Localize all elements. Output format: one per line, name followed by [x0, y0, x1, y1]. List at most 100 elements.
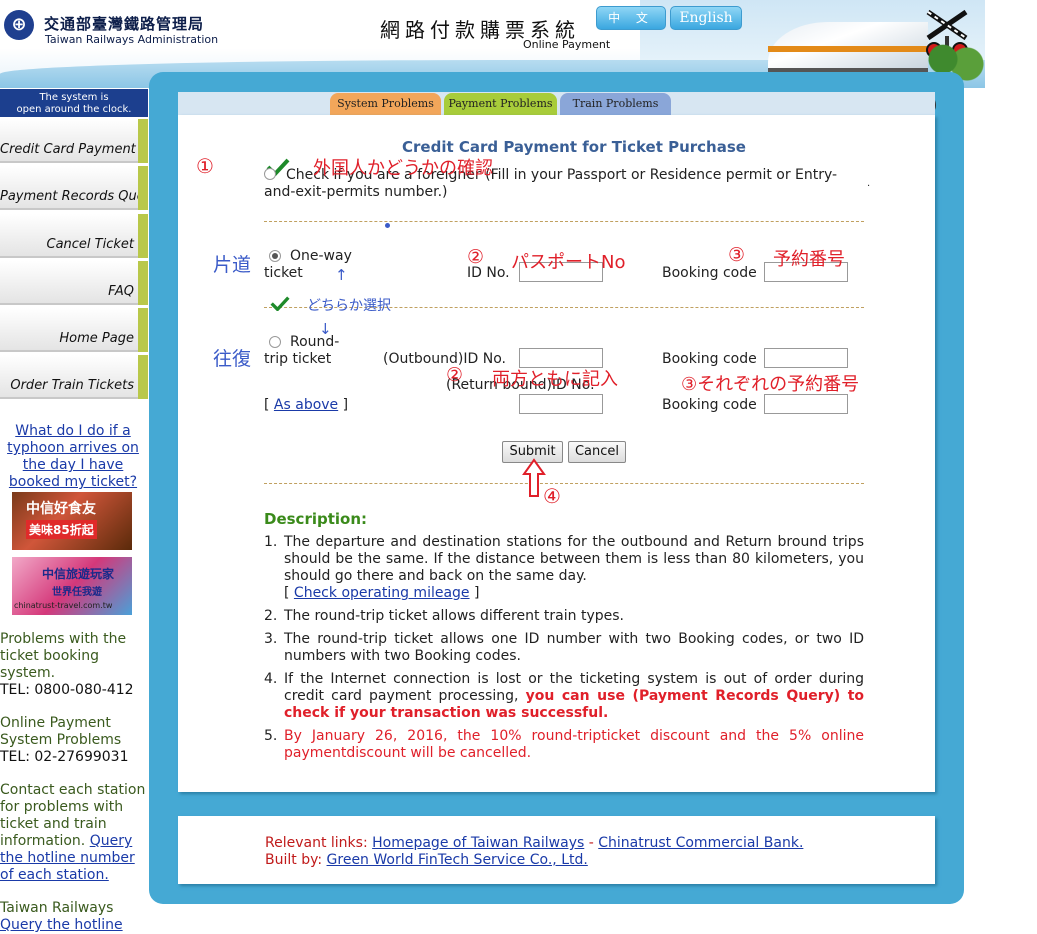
outbound-booking-label: Booking code: [662, 351, 757, 367]
nav-order-train-tickets[interactable]: Order Train Tickets: [0, 355, 138, 399]
annotation-foreigner: 外国人かどうかの確認: [313, 158, 493, 179]
typhoon-faq-link[interactable]: What do I do if a typhoon arrives on the…: [0, 423, 146, 491]
annotation-either: どちらか選択: [307, 298, 391, 314]
lang-english-button[interactable]: English: [670, 6, 742, 30]
description-item-4: 4. If the Internet connection is lost or…: [264, 671, 864, 722]
annotation-step-3a: ③: [728, 244, 746, 266]
bracket-open: [: [284, 585, 290, 601]
bracket-close: ]: [342, 397, 349, 413]
as-above-row: [ As above ]: [264, 397, 348, 413]
nav-accent-bar: [138, 214, 148, 258]
footer-links: Relevant links: Homepage of Taiwan Railw…: [265, 835, 803, 869]
contact-station-text: Contact each station for problems with t…: [0, 782, 148, 884]
annotation-roundtrip: 往復: [213, 348, 252, 370]
relevant-links-label: Relevant links:: [265, 835, 368, 851]
item-number: 5.: [264, 728, 278, 744]
annotation-passport: パスポートNo: [511, 252, 626, 273]
booking-problems-label: Problems with the ticket booking system.: [0, 631, 127, 681]
train-icon: [768, 22, 928, 74]
org-name-cn: 交通部臺灣鐵路管理局: [44, 15, 205, 33]
chinatrust-bank-link[interactable]: Chinatrust Commercial Bank.: [598, 835, 803, 851]
return-id-input[interactable]: [519, 394, 603, 414]
item-text: The departure and destination stations f…: [284, 534, 864, 584]
org-name-en: Taiwan Railways Administration: [45, 33, 219, 46]
item-text: By January 26, 2016, the 10% round-tript…: [284, 728, 864, 761]
dot-icon: [385, 223, 390, 228]
roundtrip-label-2: trip ticket: [264, 351, 332, 367]
outbound-booking-input[interactable]: [764, 348, 848, 368]
banner1-subtitle: 美味85折起: [26, 520, 97, 539]
tra-logo-icon: ⊕: [4, 10, 34, 40]
return-booking-input[interactable]: [764, 394, 848, 414]
site-title-en: Online Payment: [523, 38, 611, 51]
item-number: 3.: [264, 631, 278, 647]
description-item-1: 1. The departure and destination station…: [264, 534, 864, 602]
annotation-both: 両方ともに記入: [492, 369, 618, 390]
as-above-link[interactable]: As above: [274, 397, 338, 413]
divider: [264, 221, 864, 222]
green-world-link[interactable]: Green World FinTech Service Co., Ltd.: [327, 852, 588, 868]
online-problems-label: Online Payment System Problems: [0, 715, 122, 748]
nav-cancel-ticket[interactable]: Cancel Ticket: [0, 214, 138, 258]
taiwan-railways-label: Taiwan Railways: [0, 900, 114, 916]
taiwan-railways-text: Taiwan Railways Query the hotline: [0, 900, 148, 934]
outbound-id-label: (Outbound)ID No.: [383, 351, 506, 367]
item-number: 2.: [264, 608, 278, 624]
annotation-step-2a: ②: [467, 246, 485, 268]
nav-accent-bar: [138, 261, 148, 305]
booking-problems-tel: TEL: 0800-080-412: [0, 682, 134, 698]
nav-payment-records-query[interactable]: Payment Records Query: [0, 166, 138, 210]
nav-faq[interactable]: FAQ: [0, 261, 138, 305]
lang-chinese-button[interactable]: 中 文: [596, 6, 666, 30]
nav-accent-bar: [138, 308, 148, 352]
return-booking-label: Booking code: [662, 397, 757, 413]
online-payment-problems-text: Online Payment System Problems TEL: 02-2…: [0, 715, 148, 766]
item-number: 4.: [264, 671, 278, 687]
annotation-step-1: ①: [196, 154, 214, 178]
oneway-radio[interactable]: [269, 250, 281, 262]
banner2-subtitle: 世界任我遊: [52, 587, 102, 598]
tab-system-problems[interactable]: System Problems: [330, 93, 441, 115]
booking-label: Booking code: [662, 265, 757, 281]
dot-marker: .: [867, 178, 871, 189]
foreigner-checkbox[interactable]: [264, 168, 276, 180]
nav-credit-card-payment[interactable]: Credit Card Payment: [0, 119, 138, 163]
bracket-open: [: [264, 397, 270, 413]
query-hotline-link[interactable]: Query the hotline: [0, 917, 123, 933]
tab-payment-problems[interactable]: Payment Problems: [444, 93, 557, 115]
nav-accent-bar: [138, 355, 148, 399]
notice-line-2: open around the clock.: [16, 104, 132, 115]
nav-accent-bar: [138, 119, 148, 163]
oneway-label-2: ticket: [264, 265, 303, 281]
oneway-label: One-way: [290, 248, 352, 264]
divider: [264, 483, 864, 484]
booking-problems-text: Problems with the ticket booking system.…: [0, 631, 148, 699]
description-item-3: 3. The round-trip ticket allows one ID n…: [264, 631, 864, 665]
annotation-step-2b: ②: [446, 364, 464, 386]
bracket-close: ]: [474, 585, 480, 601]
annotation-reservation: 予約番号: [773, 249, 845, 270]
roundtrip-radio[interactable]: [269, 336, 281, 348]
online-problems-tel: TEL: 02-27699031: [0, 749, 129, 765]
item-number: 1.: [264, 534, 278, 550]
taiwan-railways-home-link[interactable]: Homepage of Taiwan Railways: [372, 835, 584, 851]
chinatrust-food-banner[interactable]: 中信好食友 美味85折起: [12, 492, 132, 550]
description-item-2: 2. The round-trip ticket allows differen…: [264, 608, 864, 625]
description-heading: Description:: [264, 510, 368, 528]
chinatrust-travel-banner[interactable]: 中信旅遊玩家 世界任我遊 chinatrust-travel.com.tw: [12, 557, 132, 615]
annotation-arrow-down: ↓: [319, 320, 332, 338]
link-separator: -: [588, 835, 594, 851]
annotation-each-booking: ③それぞれの予約番号: [681, 374, 860, 395]
tab-train-problems[interactable]: Train Problems: [560, 93, 671, 115]
nav-accent-bar: [138, 166, 148, 210]
annotation-oneway: 片道: [213, 254, 252, 276]
notice-line-1: The system is: [39, 92, 109, 103]
roundtrip-label: Round-: [290, 334, 340, 350]
annotation-step-4: ④: [543, 484, 561, 508]
check-mileage-link[interactable]: Check operating mileage: [294, 585, 470, 601]
nav-home-page[interactable]: Home Page: [0, 308, 138, 352]
checkmark-small-icon: [270, 296, 290, 311]
cancel-button[interactable]: Cancel: [568, 441, 626, 463]
item-text: The round-trip ticket allows different t…: [284, 608, 624, 624]
banner2-title: 中信旅遊玩家: [42, 567, 115, 581]
